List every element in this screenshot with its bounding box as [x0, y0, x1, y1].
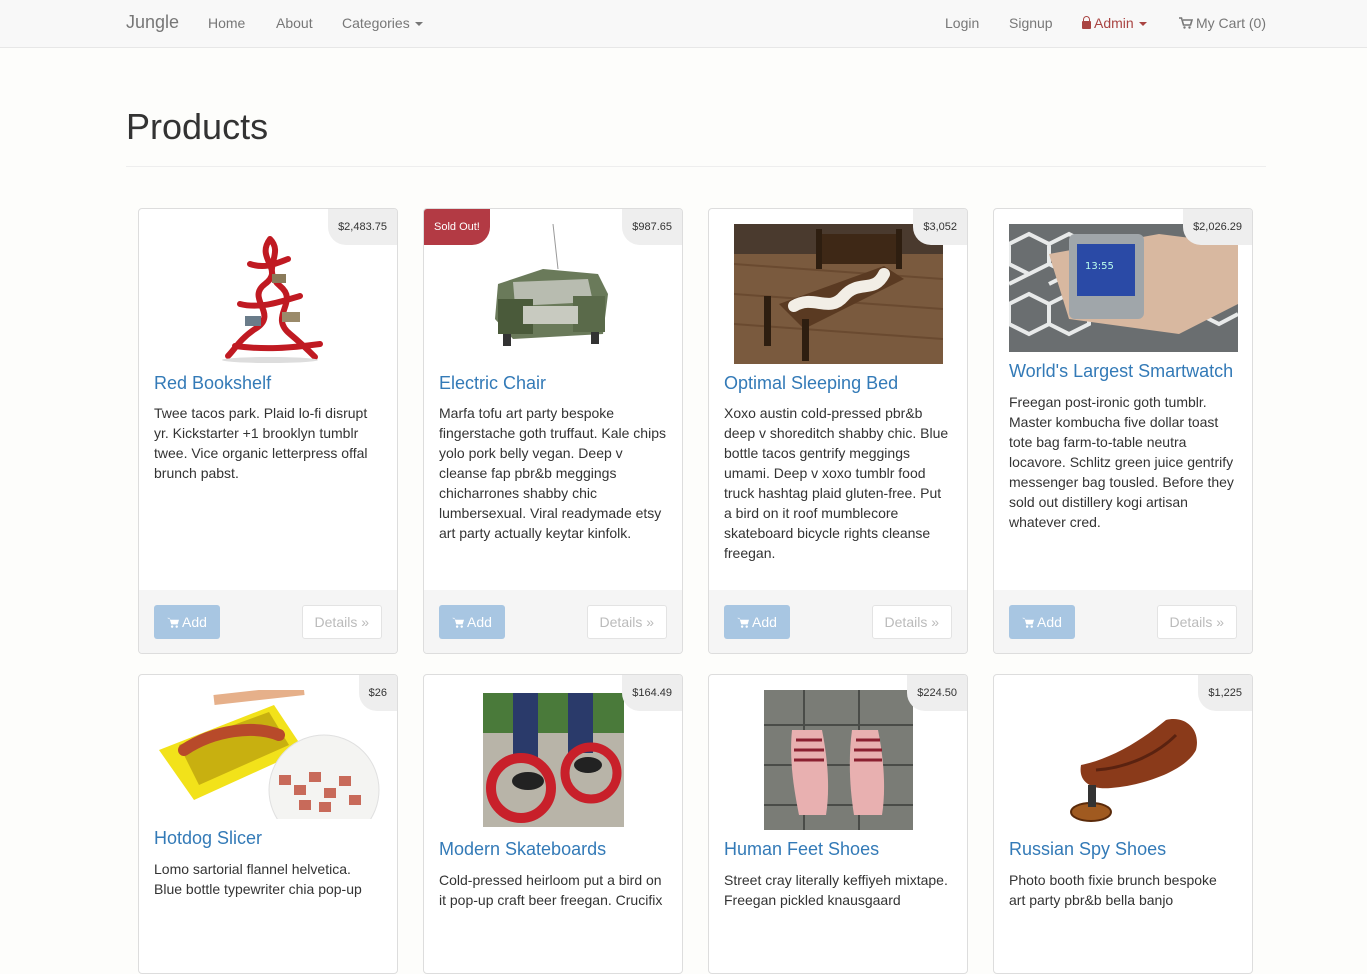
- nav-login[interactable]: Login: [945, 15, 979, 31]
- add-label: Add: [182, 614, 207, 630]
- product-card: $164.49 Modern Skateboards Cold-pressed …: [423, 674, 683, 974]
- shopping-cart-icon: [452, 617, 464, 628]
- shopping-cart-icon: [1179, 17, 1193, 29]
- product-card: $26 Hotdog Slicer Lomo sartorial flannel…: [138, 674, 398, 974]
- product-description: Photo booth fixie brunch bespoke art par…: [1009, 872, 1217, 908]
- price-badge: $3,052: [913, 209, 967, 245]
- details-button[interactable]: Details »: [586, 605, 667, 639]
- shopping-cart-icon: [1022, 617, 1034, 628]
- product-description: Lomo sartorial flannel helvetica. Blue b…: [154, 861, 362, 897]
- card-footer: Add Details »: [424, 590, 682, 653]
- product-image[interactable]: [483, 693, 624, 827]
- product-image[interactable]: [764, 690, 913, 830]
- add-to-cart-button[interactable]: Add: [724, 605, 790, 639]
- details-button[interactable]: Details »: [1156, 605, 1237, 639]
- product-description: Cold-pressed heirloom put a bird on it p…: [439, 872, 663, 908]
- product-name-link[interactable]: Modern Skateboards: [439, 839, 672, 860]
- add-to-cart-button[interactable]: Add: [1009, 605, 1075, 639]
- details-button[interactable]: Details »: [301, 605, 382, 639]
- price-badge: $2,483.75: [328, 209, 397, 245]
- price-badge: $26: [358, 675, 397, 711]
- card-footer: Add Details »: [994, 590, 1252, 653]
- svg-text:13:55: 13:55: [1085, 261, 1114, 272]
- details-button[interactable]: Details »: [871, 605, 952, 639]
- product-name-link[interactable]: Red Bookshelf: [154, 373, 387, 394]
- navbar: Jungle Home About Categories Login Signu…: [0, 0, 1367, 48]
- card-footer: Add Details »: [139, 590, 397, 653]
- nav-categories-dropdown[interactable]: Categories: [342, 15, 423, 31]
- card-footer: Add Details »: [709, 590, 967, 653]
- nav-my-cart[interactable]: My Cart (0): [1179, 15, 1266, 31]
- product-image[interactable]: [483, 224, 624, 364]
- nav-home[interactable]: Home: [208, 15, 245, 31]
- product-card: $224.50 Human Feet Shoes Street cray lit…: [708, 674, 968, 974]
- add-label: Add: [1037, 614, 1062, 630]
- shopping-cart-icon: [167, 617, 179, 628]
- product-image[interactable]: [734, 224, 943, 364]
- product-image[interactable]: [154, 690, 383, 819]
- admin-label: Admin: [1094, 15, 1134, 31]
- product-image[interactable]: [1036, 690, 1211, 830]
- caret-down-icon: [1138, 22, 1147, 27]
- nav-signup[interactable]: Signup: [1009, 15, 1053, 31]
- divider: [126, 166, 1266, 167]
- add-label: Add: [467, 614, 492, 630]
- price-badge: $987.65: [622, 209, 682, 245]
- product-image[interactable]: [210, 224, 327, 364]
- product-description: Twee tacos park. Plaid lo-fi disrupt yr.…: [154, 405, 368, 481]
- categories-label: Categories: [342, 15, 410, 31]
- caret-down-icon: [414, 22, 423, 27]
- product-card: $1,225 Russian Spy Shoes Photo booth fix…: [993, 674, 1253, 974]
- price-badge: $164.49: [622, 675, 682, 711]
- product-description: Freegan post-ironic goth tumblr. Master …: [1009, 394, 1234, 530]
- product-name-link[interactable]: Optimal Sleeping Bed: [724, 373, 957, 394]
- product-name-link[interactable]: World's Largest Smartwatch: [1009, 361, 1242, 382]
- brand-link[interactable]: Jungle: [126, 12, 179, 33]
- product-name-link[interactable]: Electric Chair: [439, 373, 672, 394]
- nav-admin-dropdown[interactable]: Admin: [1082, 15, 1147, 31]
- shopping-cart-icon: [737, 617, 749, 628]
- add-to-cart-button[interactable]: Add: [154, 605, 220, 639]
- price-badge: $1,225: [1198, 675, 1252, 711]
- cart-label: My Cart (0): [1196, 15, 1266, 31]
- product-description: Marfa tofu art party bespoke fingerstach…: [439, 405, 666, 541]
- product-description: Xoxo austin cold-pressed pbr&b deep v sh…: [724, 405, 949, 561]
- add-label: Add: [752, 614, 777, 630]
- product-card: $3,052 Optimal Sleeping Bed Xoxo austin …: [708, 208, 968, 654]
- page-title: Products: [126, 106, 269, 147]
- product-card: $2,483.75 Red Bookshelf Twee tacos park.…: [138, 208, 398, 654]
- lock-icon: [1082, 16, 1091, 29]
- product-name-link[interactable]: Human Feet Shoes: [724, 839, 957, 860]
- product-description: Street cray literally keffiyeh mixtape. …: [724, 872, 948, 908]
- add-to-cart-button[interactable]: Add: [439, 605, 505, 639]
- product-card: Sold Out! $987.65 Electric Chair Marfa t…: [423, 208, 683, 654]
- product-name-link[interactable]: Russian Spy Shoes: [1009, 839, 1242, 860]
- price-badge: $224.50: [907, 675, 967, 711]
- price-badge: $2,026.29: [1183, 209, 1252, 245]
- sold-out-badge: Sold Out!: [424, 209, 490, 245]
- product-name-link[interactable]: Hotdog Slicer: [154, 828, 387, 849]
- product-card: 13:55 $2,026.29 World's Largest Smartwat…: [993, 208, 1253, 654]
- nav-about[interactable]: About: [276, 15, 313, 31]
